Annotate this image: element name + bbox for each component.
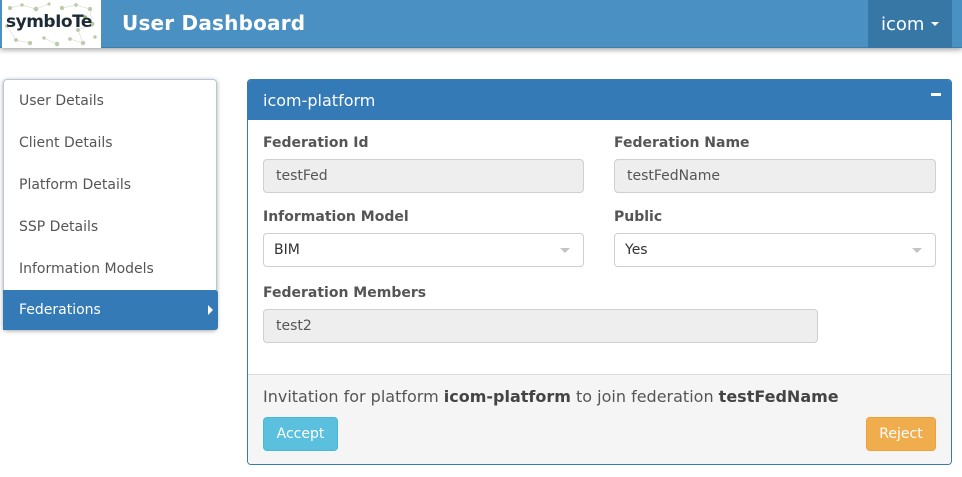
- federation-invitation-panel: icom-platform Federation Id testFed Fede…: [247, 79, 952, 465]
- panel-heading: icom-platform: [248, 80, 951, 120]
- invite-platform: icom-platform: [443, 387, 571, 406]
- federation-name-field[interactable]: testFedName: [614, 159, 936, 193]
- public-value: Yes: [625, 242, 648, 258]
- sidebar-item-label: Platform Details: [19, 177, 132, 193]
- sidebar-item-user-details[interactable]: User Details: [4, 80, 216, 122]
- user-menu-dropdown[interactable]: icom: [868, 0, 952, 48]
- top-navbar: symbIoTe User Dashboard icom: [0, 0, 962, 48]
- sidebar-item-client-details[interactable]: Client Details: [4, 122, 216, 164]
- invite-prefix: Invitation for platform: [263, 387, 439, 406]
- federation-name-value: testFedName: [627, 168, 720, 184]
- sidebar-nav: User Details Client Details Platform Det…: [3, 79, 218, 330]
- sidebar-item-label: Client Details: [19, 135, 113, 151]
- sidebar-item-label: User Details: [19, 93, 104, 109]
- accept-button[interactable]: Accept: [263, 417, 338, 451]
- public-label: Public: [614, 209, 663, 225]
- sidebar-item-label: Federations: [19, 302, 101, 318]
- minus-icon[interactable]: [929, 88, 943, 102]
- panel-title: icom-platform: [263, 90, 376, 110]
- sidebar-item-federations[interactable]: Federations: [3, 290, 218, 330]
- public-select[interactable]: Yes: [614, 233, 936, 267]
- invitation-text: Invitation for platform icom-platform to…: [263, 387, 839, 406]
- chevron-right-icon: [208, 305, 213, 315]
- federation-members-value: test2: [276, 318, 312, 334]
- sidebar-item-information-models[interactable]: Information Models: [4, 248, 216, 290]
- information-model-select[interactable]: BIM: [263, 233, 584, 267]
- invite-federation: testFedName: [718, 387, 839, 406]
- invite-middle: to join federation: [576, 387, 714, 406]
- information-model-value: BIM: [274, 242, 300, 258]
- sidebar-item-ssp-details[interactable]: SSP Details: [4, 206, 216, 248]
- federation-id-label: Federation Id: [263, 135, 369, 151]
- sidebar-item-label: SSP Details: [19, 219, 99, 235]
- federation-members-field[interactable]: test2: [263, 309, 818, 343]
- user-menu-label: icom: [881, 13, 925, 35]
- chevron-down-icon: [560, 248, 570, 253]
- symbiote-logo[interactable]: symbIoTe: [2, 0, 101, 48]
- information-model-label: Information Model: [263, 209, 409, 225]
- federation-id-field[interactable]: testFed: [263, 159, 584, 193]
- federation-name-label: Federation Name: [614, 135, 750, 151]
- reject-button[interactable]: Reject: [866, 417, 936, 451]
- panel-footer: Invitation for platform icom-platform to…: [248, 374, 951, 464]
- federation-id-value: testFed: [276, 168, 328, 184]
- federation-members-label: Federation Members: [263, 285, 427, 301]
- logo-text: symbIoTe: [6, 12, 92, 32]
- sidebar-item-platform-details[interactable]: Platform Details: [4, 164, 216, 206]
- sidebar-item-label: Information Models: [19, 261, 154, 277]
- app-title: User Dashboard: [122, 11, 306, 35]
- caret-down-icon: [931, 22, 940, 26]
- chevron-down-icon: [912, 248, 922, 253]
